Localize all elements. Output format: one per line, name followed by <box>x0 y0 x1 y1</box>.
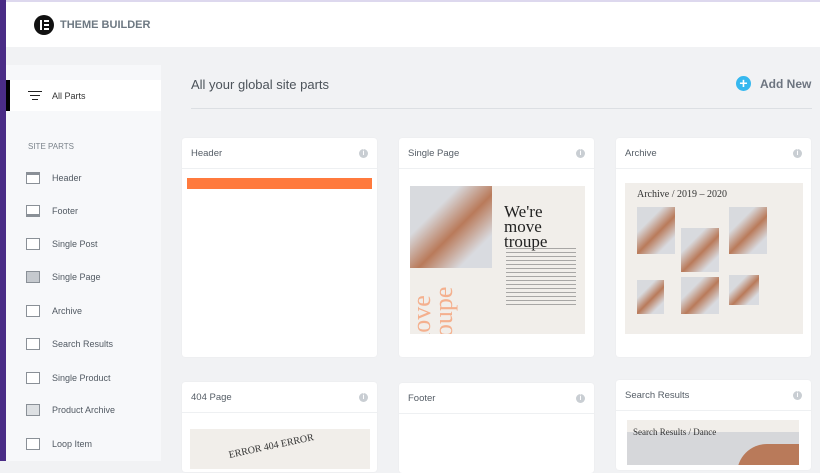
sidebar-item-label: Single Page <box>52 272 101 282</box>
divider <box>191 108 812 109</box>
top-bar: THEME BUILDER <box>6 0 820 47</box>
404-preview: ERROR 404 ERROR <box>190 429 370 469</box>
sidebar-item-label: Product Archive <box>52 405 116 415</box>
add-new-button[interactable]: + Add New <box>736 76 811 91</box>
info-icon[interactable]: i <box>576 148 585 158</box>
sidebar-item-search-results[interactable]: Search Results <box>26 338 113 350</box>
sidebar-item-label: Single Product <box>52 373 111 383</box>
section-title: SITE PARTS <box>28 142 74 151</box>
sidebar-item-product-archive[interactable]: Product Archive <box>26 404 115 416</box>
plus-icon: + <box>736 76 751 91</box>
card-header[interactable]: Header i <box>182 138 377 357</box>
sidebar: All Parts SITE PARTS Header Footer Singl… <box>6 65 161 461</box>
card-title: 404 Page <box>191 391 232 403</box>
sidebar-item-footer[interactable]: Footer <box>26 205 78 217</box>
sidebar-item-archive[interactable]: Archive <box>26 305 82 317</box>
preview-side-text: move troupe <box>410 286 458 334</box>
elementor-logo-icon <box>34 15 54 35</box>
info-icon[interactable]: i <box>359 392 368 402</box>
footer-icon <box>26 205 40 217</box>
archive-icon <box>26 305 40 317</box>
card-title: Footer <box>408 392 436 404</box>
filter-icon <box>28 88 42 103</box>
app-title: THEME BUILDER <box>60 19 151 31</box>
card-404-page[interactable]: 404 Page i ERROR 404 ERROR <box>182 382 377 472</box>
info-icon[interactable]: i <box>359 148 368 158</box>
card-title: Archive <box>625 147 657 159</box>
sidebar-item-label: Search Results <box>52 339 114 349</box>
preview-title: ERROR 404 ERROR <box>227 432 315 461</box>
info-icon[interactable]: i <box>793 148 802 158</box>
card-title: Single Page <box>408 147 460 159</box>
sidebar-item-label: Single Post <box>52 239 98 249</box>
card-title: Search Results <box>625 389 690 401</box>
preview-title: We're move troupe <box>504 202 548 251</box>
card-title: Header <box>191 147 223 159</box>
sidebar-item-loop-item[interactable]: Loop Item <box>26 438 92 450</box>
card-search-results[interactable]: Search Results i Search Results / Dance <box>616 380 811 470</box>
add-new-label: Add New <box>760 76 812 91</box>
page-title: All your global site parts <box>191 77 330 92</box>
card-footer[interactable]: Footer i <box>399 383 594 473</box>
sidebar-item-label: Loop Item <box>52 439 93 449</box>
sidebar-item-single-product[interactable]: Single Product <box>26 372 111 384</box>
preview-title: Search Results / Dance <box>633 427 717 437</box>
info-icon[interactable]: i <box>576 393 585 403</box>
info-icon[interactable]: i <box>793 390 802 400</box>
single-post-icon <box>26 238 40 250</box>
header-preview <box>187 178 372 189</box>
sidebar-item-label: Footer <box>52 206 79 216</box>
sidebar-item-header[interactable]: Header <box>26 172 82 184</box>
single-page-preview: move troupe We're move troupe <box>410 186 585 334</box>
sidebar-item-label: Archive <box>52 306 83 316</box>
search-results-preview: Search Results / Dance <box>627 420 799 465</box>
single-page-icon <box>26 271 40 283</box>
archive-preview: Archive / 2019 – 2020 <box>625 183 803 334</box>
card-archive[interactable]: Archive i Archive / 2019 – 2020 <box>616 138 811 357</box>
product-archive-icon <box>26 404 40 416</box>
sidebar-item-single-page[interactable]: Single Page <box>26 271 101 283</box>
header-icon <box>26 172 40 184</box>
single-product-icon <box>26 372 40 384</box>
preview-title: Archive / 2019 – 2020 <box>637 189 727 200</box>
card-single-page[interactable]: Single Page i move troupe We're move trou… <box>399 138 594 357</box>
loop-item-icon <box>26 438 40 450</box>
sidebar-item-all-parts[interactable]: All Parts <box>6 80 161 111</box>
sidebar-item-label: All Parts <box>52 90 86 101</box>
sidebar-item-single-post[interactable]: Single Post <box>26 238 98 250</box>
sidebar-item-label: Header <box>52 173 82 183</box>
search-results-icon <box>26 338 40 350</box>
